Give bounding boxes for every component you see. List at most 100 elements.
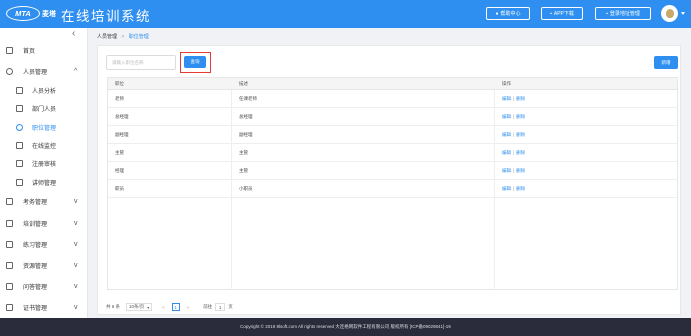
sidebar-item-practice[interactable]: 练习管理 v — [0, 235, 88, 253]
delete-link[interactable]: 删除 — [516, 96, 525, 102]
page-size-select[interactable]: 10条/页 ▾ — [126, 303, 153, 311]
query-button[interactable]: 查询 — [184, 56, 206, 68]
avatar-dropdown-icon[interactable] — [681, 12, 685, 15]
sidebar-item-label: 资源管理 — [23, 263, 48, 270]
edit-link[interactable]: 编辑 — [502, 150, 511, 156]
goto-label: 前往 — [203, 304, 213, 309]
collapse-sidebar-icon[interactable]: ‹ — [72, 28, 75, 39]
cell-position: 总经理 — [115, 113, 129, 119]
user-icon — [6, 67, 13, 75]
table-row: 经理 主管 编辑 | 删除 — [108, 162, 677, 180]
cell-description: 主管 — [239, 149, 248, 155]
row-actions: 编辑 | 删除 — [502, 180, 525, 197]
next-page-button[interactable]: > — [187, 305, 190, 310]
delete-link[interactable]: 删除 — [516, 168, 525, 174]
breadcrumb-current: 职位管理 — [128, 34, 149, 40]
sidebar-item-certificates[interactable]: 证书管理 v — [0, 298, 88, 316]
delete-link[interactable]: 删除 — [516, 186, 525, 192]
sidebar-item-label: 练习管理 — [23, 242, 48, 249]
app-download-label: APP下载 — [553, 11, 574, 17]
breadcrumb-separator: > — [121, 34, 125, 40]
sidebar-item-personnel[interactable]: 人员管理 ^ — [0, 62, 88, 80]
header-position: 职位 — [115, 80, 124, 86]
header-actions: 操作 — [502, 80, 511, 86]
chevron-down-icon: v — [74, 197, 78, 205]
training-icon — [6, 219, 13, 227]
sidebar-item-label: 人员管理 — [23, 69, 48, 76]
cell-description: 总经理 — [239, 113, 253, 119]
org-icon — [16, 86, 23, 94]
sidebar-item-exam-affairs[interactable]: 考务管理 v — [0, 192, 88, 210]
resource-icon — [6, 261, 13, 269]
sidebar-item-training[interactable]: 培训管理 v — [0, 214, 88, 232]
content-panel: 请输入职位名称 查询 新增 职位 描述 操作 老师 任课老师 编辑 | 删除 总经理… — [97, 45, 681, 315]
lecturer-icon — [16, 178, 23, 186]
prev-page-button[interactable]: < — [162, 305, 165, 310]
sidebar-item-label: 证书管理 — [23, 305, 48, 312]
sidebar-item-personnel-analysis[interactable]: 人员分析 — [0, 81, 88, 99]
cell-position: 老师 — [115, 95, 124, 101]
edit-link[interactable]: 编辑 — [502, 114, 511, 120]
practice-icon — [6, 240, 13, 248]
table-header: 职位 描述 操作 — [108, 78, 677, 90]
edit-link[interactable]: 编辑 — [502, 168, 511, 174]
sidebar-item-online-monitor[interactable]: 在线监控 — [0, 136, 88, 154]
sidebar-item-lecturer-management[interactable]: 讲师管理 — [0, 173, 88, 191]
edit-link[interactable]: 编辑 — [502, 186, 511, 192]
help-center-label: 帮助中心 — [500, 11, 521, 17]
action-separator: | — [513, 132, 515, 137]
qa-icon — [6, 282, 13, 290]
help-center-button[interactable]: ● 帮助中心 — [486, 7, 530, 20]
add-button[interactable]: 新增 — [654, 56, 678, 69]
audit-icon — [16, 159, 23, 167]
positions-table: 职位 描述 操作 老师 任课老师 编辑 | 删除 总经理 总经理 编辑 | 删除 副经理… — [107, 77, 678, 290]
sidebar-item-qa[interactable]: 问答管理 v — [0, 277, 88, 295]
action-separator: | — [513, 186, 515, 191]
sidebar-item-department-staff[interactable]: 部门人员 — [0, 99, 88, 117]
edit-link[interactable]: 编辑 — [502, 96, 511, 102]
login-address-button[interactable]: ▪ 登录地址管理 — [595, 7, 651, 20]
cell-description: 副经理 — [239, 131, 253, 137]
query-highlight-box: 查询 — [180, 52, 211, 73]
people-icon — [16, 104, 23, 112]
top-header: MTA 麦塔 在线培训系统 ● 帮助中心 ▪ APP下载 ▪ 登录地址管理 — [0, 0, 691, 28]
page-number-current[interactable]: 1 — [171, 303, 180, 311]
pagination: 共 6 条 10条/页 ▾ < 1 > 前往 1 页 — [106, 303, 233, 311]
table-row: 职员 小职员 编辑 | 删除 — [108, 180, 677, 198]
row-actions: 编辑 | 删除 — [502, 108, 525, 125]
goto-page-input[interactable]: 1 — [215, 303, 226, 311]
total-count: 共 6 条 — [106, 304, 121, 309]
cell-position: 副经理 — [115, 131, 129, 137]
header-description: 描述 — [239, 80, 248, 86]
sidebar-item-label: 培训管理 — [23, 221, 48, 228]
avatar-image — [665, 9, 674, 18]
sidebar-item-resources[interactable]: 资源管理 v — [0, 256, 88, 274]
sidebar-item-label: 考务管理 — [23, 199, 48, 206]
delete-link[interactable]: 删除 — [516, 150, 525, 156]
logo-badge: MTA — [6, 6, 40, 21]
chevron-up-icon: ^ — [74, 67, 78, 75]
chevron-down-icon: v — [74, 303, 78, 311]
footer: Copyright © 2019 8lsoft.com All rights r… — [0, 318, 691, 336]
sidebar-item-label: 问答管理 — [23, 284, 48, 291]
cell-position: 经理 — [115, 167, 124, 173]
row-actions: 编辑 | 删除 — [502, 144, 525, 161]
sidebar-item-home[interactable]: 首页 — [0, 41, 88, 59]
sidebar-item-position-management[interactable]: 职位管理 — [0, 118, 88, 136]
breadcrumb-parent[interactable]: 人员管理 — [97, 34, 117, 40]
avatar[interactable] — [661, 5, 678, 22]
sidebar-item-label: 职位管理 — [32, 125, 57, 132]
action-separator: | — [513, 96, 515, 101]
delete-link[interactable]: 删除 — [516, 132, 525, 138]
row-actions: 编辑 | 删除 — [502, 90, 525, 107]
copyright-text: Copyright © 2019 8lsoft.com All rights r… — [240, 324, 451, 329]
row-actions: 编辑 | 删除 — [502, 126, 525, 143]
help-icon: ● — [495, 10, 499, 17]
chevron-down-icon: v — [74, 261, 78, 269]
position-search-input[interactable]: 请输入职位名称 — [106, 55, 176, 70]
sidebar-item-label: 讲师管理 — [32, 180, 57, 187]
edit-link[interactable]: 编辑 — [502, 132, 511, 138]
delete-link[interactable]: 删除 — [516, 114, 525, 120]
app-download-button[interactable]: ▪ APP下载 — [541, 7, 583, 20]
sidebar-item-registration-audit[interactable]: 注册审核 — [0, 154, 88, 172]
